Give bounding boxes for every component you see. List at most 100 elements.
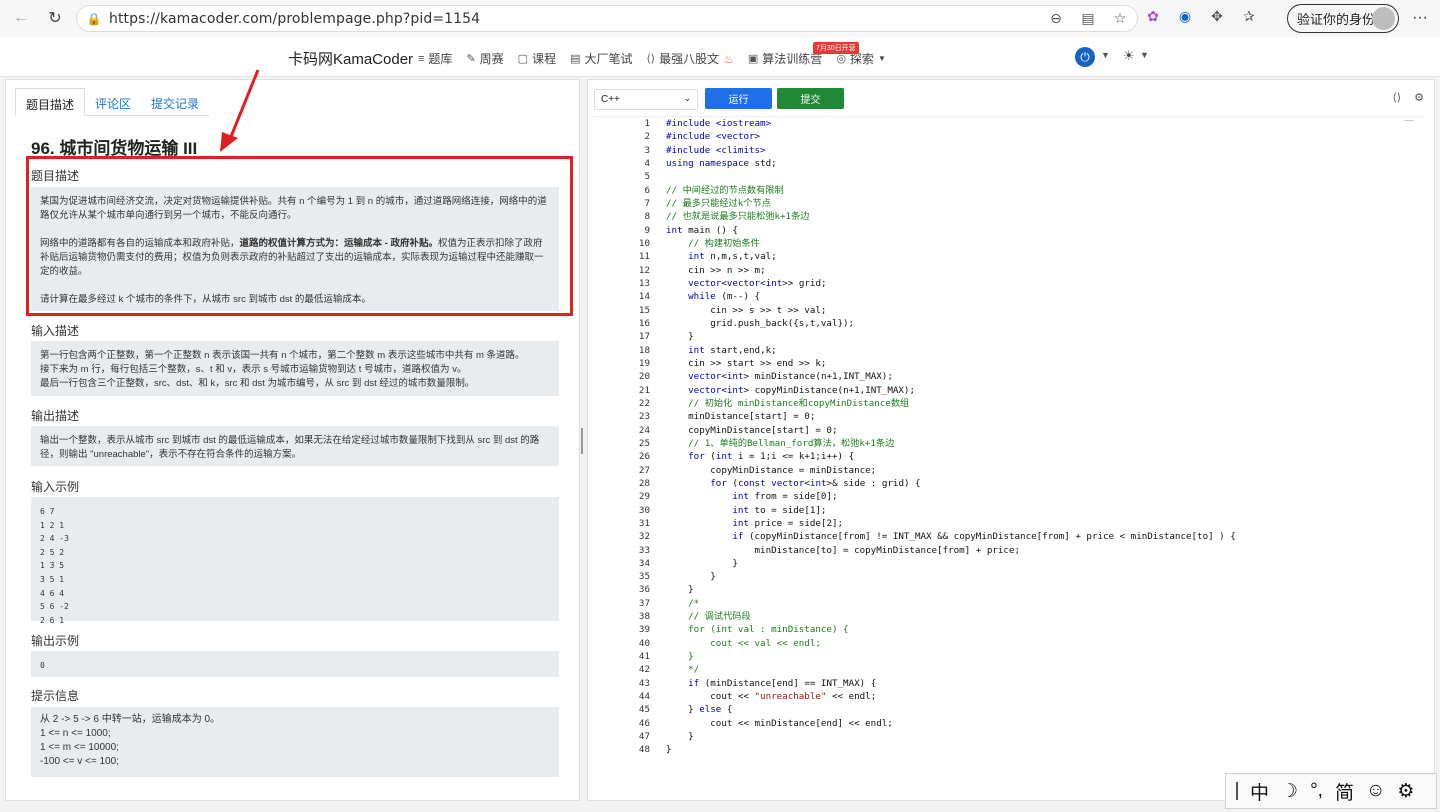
code-line: 14 while (m--) { [594,290,1236,303]
theme-sun-icon[interactable]: ☀ [1123,48,1135,64]
code-line: 4 using namespace std; [594,157,1236,170]
code-text: cout << minDistance[end] << endl; [666,717,893,729]
submit-button[interactable]: 提交 [777,88,844,109]
code-text: cout << "unreachable" << endl; [666,691,877,703]
address-bar[interactable]: 🔒 https://kamacoder.com/problempage.php?… [76,5,1138,32]
line-number: 26 [638,451,650,463]
line-number: 20 [638,371,650,383]
copilot-extension-icon[interactable]: ✿ [1144,7,1162,25]
ime-settings-icon[interactable]: ⚙ [1397,780,1414,803]
fire-icon: ♨ [723,51,734,66]
code-text: while (m--) { [688,291,761,303]
browser-toolbar: ← ↻ 🔒 https://kamacoder.com/problempage.… [0,0,1440,37]
code-view-icon[interactable]: ⟨⟩ [1393,91,1402,104]
extensions-puzzle-icon[interactable]: ✥ [1208,7,1226,25]
line-number: 48 [638,744,650,756]
code-line: 36 } [594,583,1236,596]
code-text: */ [666,664,700,676]
ime-mode-chinese[interactable]: 中 [1250,778,1269,805]
code-line: 22 // 初始化 minDistance和copyMinDistance数组 [594,397,1236,410]
line-number: 42 [638,664,650,676]
description-paragraph: 网络中的道路都有各自的运输成本和政府补贴，道路的权值计算方式为：运输成本 - 政… [40,237,550,279]
line-number: 30 [638,504,650,516]
ime-emoji-icon[interactable]: ☺ [1366,780,1385,802]
nav-weekly[interactable]: ✎ 周赛 [466,50,503,67]
nav-exams[interactable]: ▤ 大厂笔试 [570,50,632,67]
code-line: 33 minDistance[to] = copyMinDistance[fro… [594,544,1236,557]
code-line: 47 } [594,730,1236,743]
avatar [1372,7,1395,30]
line-number: 17 [638,331,650,343]
code-line: 35 } [594,570,1236,583]
tab-description[interactable]: 题目描述 [15,88,86,116]
description-box: 某国为促进城市间经济交流，决定对货物运输提供补贴。共有 n 个编号为 1 到 n… [31,187,559,311]
code-text: vector<vector<int>> grid; [688,277,827,289]
refresh-icon[interactable]: ↻ [44,7,66,29]
nav-label: 大厂笔试 [584,52,633,66]
code-editor[interactable]: 1 #include <iostream> 2 #include <vector> 3 #… [594,116,1424,796]
line-number: 18 [638,344,650,356]
zoom-icon[interactable]: ⊖ [1047,9,1065,27]
code-line: 31 int price = side[2]; [594,517,1236,530]
code-line: 21 vector<int> copyMinDistance(n+1,INT_M… [594,384,1236,397]
favorites-icon[interactable]: ✰ [1240,7,1258,25]
power-icon[interactable]: ⏻ [1075,47,1095,67]
reader-icon[interactable]: ▤ [1079,9,1097,27]
code-text: for (const vector<int>& side : grid) { [710,477,921,489]
line-number: 37 [638,597,650,609]
editor-scrollbar[interactable] [1404,120,1414,130]
code-text: // 中间经过的节点数有限制 [666,184,784,196]
code-line: 42 */ [594,663,1236,676]
line-number: 23 [638,411,650,423]
problem-tabs: 题目描述 评论区 提交记录 [15,88,210,116]
code-text: // 最多只能经过k个节点 [666,197,771,209]
code-line: 41 } [594,650,1236,663]
favorite-star-icon[interactable]: ☆ [1111,9,1129,27]
chevron-down-icon[interactable]: ▼ [1140,50,1149,60]
language-select[interactable]: C++ ⌄ [594,89,698,110]
code-text: // 调试代码段 [666,611,751,623]
nav-interview[interactable]: ⟨⟩ 最强八股文 ♨ [647,50,734,67]
input-line: 接下来为 m 行，每行包括三个整数，s、t 和 v，表示 s 号城市运输货物到达… [40,364,467,375]
line-number: 9 [644,224,650,236]
site-brand[interactable]: 卡码网KamaCoder [288,48,413,69]
line-number: 21 [638,384,650,396]
language-value: C++ [601,94,620,105]
document-icon: ▤ [570,53,581,65]
tab-comments[interactable]: 评论区 [85,88,142,116]
back-icon[interactable]: ← [10,7,32,29]
ime-mode-simplified[interactable]: 简 [1335,778,1354,805]
code-line: 18 int start,end,k; [594,344,1236,357]
line-number: 6 [644,184,650,196]
code-line: 9 int main () { [594,224,1236,237]
code-text: #include <iostream> [666,118,772,129]
ime-punctuation-icon[interactable]: °, [1310,780,1323,802]
more-menu-icon[interactable]: ··· [1412,9,1428,27]
output-text: 输出一个整数，表示从城市 src 到城市 dst 的最低运输成本，如果无法在给定… [40,435,540,460]
tab-submissions[interactable]: 提交记录 [141,88,210,116]
code-text: } [666,571,716,583]
extension-icon[interactable]: ◉ [1176,7,1194,25]
nav-courses[interactable]: ▢ 课程 [518,50,556,67]
code-line: 25 // 1、单纯的Bellman_ford算法，松弛k+1条边 [594,437,1236,450]
code-text: cin >> n >> m; [666,264,766,276]
code-line: 7 // 最多只能经过k个节点 [594,197,1236,210]
output-label: 输出描述 [31,409,80,423]
settings-icon[interactable]: ⚙ [1414,91,1424,104]
lock-icon[interactable]: 🔒 [85,10,103,28]
code-text: minDistance[start] = 0; [666,411,816,423]
camp-badge: 7月30日开营 [813,42,859,54]
line-number: 3 [644,144,650,156]
nav-camp[interactable]: ▣ 算法训练营 [748,50,822,67]
code-text: } [666,557,738,569]
run-button[interactable]: 运行 [705,88,772,109]
nav-problems[interactable]: ≡ 题库 [418,50,452,67]
ime-moon-icon[interactable]: ☽ [1281,780,1298,803]
profile-button[interactable]: 验证你的身份 [1287,4,1399,33]
code-line: 40 cout << val << endl; [594,637,1236,650]
chevron-down-icon[interactable]: ▼ [1101,50,1110,60]
ime-toolbar: 中 ☽ °, 简 ☺ ⚙ [1225,773,1437,809]
panel-splitter-handle[interactable] [581,428,583,454]
code-text: int n,m,s,t,val; [688,251,777,263]
